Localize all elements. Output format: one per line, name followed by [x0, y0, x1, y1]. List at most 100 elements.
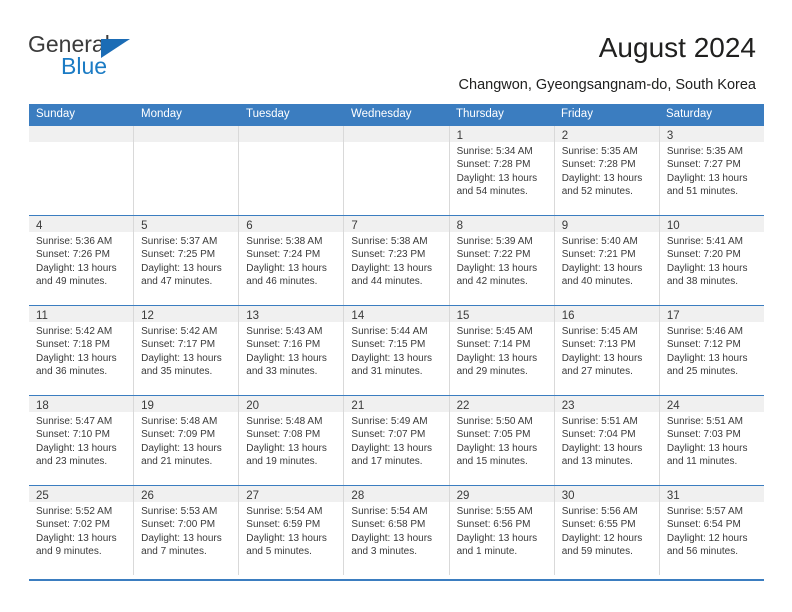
sunrise-text: Sunrise: 5:48 AM: [141, 416, 218, 427]
day-number: 5: [141, 220, 148, 232]
day-cell[interactable]: 21 Sunrise: 5:49 AM Sunset: 7:07 PM Dayl…: [344, 396, 450, 485]
day-cell[interactable]: 26 Sunrise: 5:53 AM Sunset: 7:00 PM Dayl…: [134, 486, 240, 575]
calendar-page: General Blue August 2024 Changwon, Gyeon…: [0, 0, 792, 612]
daylight-text-line2: and 13 minutes.: [561, 456, 633, 468]
daylight-text-line1: Daylight: 13 hours: [36, 352, 117, 364]
day-number: 13: [246, 310, 260, 322]
day-cell[interactable]: 15 Sunrise: 5:45 AM Sunset: 7:14 PM Dayl…: [449, 306, 555, 395]
daylight-text-line1: Daylight: 13 hours: [36, 262, 117, 274]
daylight-text-line2: and 27 minutes.: [561, 366, 633, 378]
day-details: Sunrise: 5:46 AM Sunset: 7:12 PM Dayligh…: [660, 322, 764, 379]
sunset-text: Sunset: 6:58 PM: [351, 519, 426, 531]
day-number: 1: [456, 130, 463, 142]
day-number-strip: 3: [659, 126, 764, 142]
daylight-text-line1: Daylight: 13 hours: [561, 262, 643, 274]
day-number: 6: [246, 220, 253, 232]
daylight-text-line2: and 42 minutes.: [456, 276, 528, 288]
day-cell[interactable]: 14 Sunrise: 5:44 AM Sunset: 7:15 PM Dayl…: [344, 306, 450, 395]
daylight-text-line1: Daylight: 13 hours: [456, 352, 538, 364]
day-cell[interactable]: 24 Sunrise: 5:51 AM Sunset: 7:03 PM Dayl…: [659, 396, 764, 485]
day-cell[interactable]: 29 Sunrise: 5:55 AM Sunset: 6:56 PM Dayl…: [449, 486, 555, 575]
daylight-text-line1: Daylight: 13 hours: [666, 442, 748, 454]
day-cell[interactable]: 6 Sunrise: 5:38 AM Sunset: 7:24 PM Dayli…: [239, 216, 345, 305]
page-title: August 2024: [598, 32, 756, 63]
sunset-text: Sunset: 7:04 PM: [561, 429, 636, 441]
day-cell[interactable]: 11 Sunrise: 5:42 AM Sunset: 7:18 PM Dayl…: [29, 306, 135, 395]
day-number-strip: 7: [344, 216, 449, 232]
daylight-text-line2: and 52 minutes.: [561, 186, 633, 198]
daylight-text-line2: and 17 minutes.: [351, 456, 423, 468]
day-cell[interactable]: 7 Sunrise: 5:38 AM Sunset: 7:23 PM Dayli…: [344, 216, 450, 305]
day-cell[interactable]: 2 Sunrise: 5:35 AM Sunset: 7:28 PM Dayli…: [554, 126, 660, 215]
day-number-strip: [239, 126, 344, 142]
day-cell[interactable]: 1 Sunrise: 5:34 AM Sunset: 7:28 PM Dayli…: [449, 126, 555, 215]
day-cell[interactable]: [134, 126, 240, 215]
sunset-text: Sunset: 7:18 PM: [36, 339, 110, 351]
sunrise-text: Sunrise: 5:51 AM: [666, 416, 743, 427]
sunrise-text: Sunrise: 5:44 AM: [351, 326, 428, 337]
day-cell[interactable]: 3 Sunrise: 5:35 AM Sunset: 7:27 PM Dayli…: [659, 126, 764, 215]
day-cell[interactable]: [29, 126, 135, 215]
day-cell[interactable]: 12 Sunrise: 5:42 AM Sunset: 7:17 PM Dayl…: [134, 306, 240, 395]
day-number-strip: 5: [134, 216, 239, 232]
daylight-text-line1: Daylight: 13 hours: [141, 352, 222, 364]
day-number-strip: [344, 126, 449, 142]
day-cell[interactable]: 20 Sunrise: 5:48 AM Sunset: 7:08 PM Dayl…: [239, 396, 345, 485]
day-cell[interactable]: 5 Sunrise: 5:37 AM Sunset: 7:25 PM Dayli…: [134, 216, 240, 305]
day-cell[interactable]: 9 Sunrise: 5:40 AM Sunset: 7:21 PM Dayli…: [554, 216, 660, 305]
day-cell[interactable]: 18 Sunrise: 5:47 AM Sunset: 7:10 PM Dayl…: [29, 396, 135, 485]
day-number-strip: 11: [29, 306, 134, 322]
sunrise-text: Sunrise: 5:52 AM: [36, 506, 113, 517]
day-number-strip: 25: [29, 486, 134, 502]
day-details: Sunrise: 5:57 AM Sunset: 6:54 PM Dayligh…: [660, 502, 764, 559]
daylight-text-line1: Daylight: 13 hours: [666, 352, 748, 364]
sunset-text: Sunset: 6:59 PM: [246, 519, 321, 531]
day-number-strip: 17: [659, 306, 764, 322]
sunset-text: Sunset: 7:02 PM: [36, 519, 110, 531]
page-subtitle: Changwon, Gyeongsangnam-do, South Korea: [458, 77, 756, 93]
sunset-text: Sunset: 7:22 PM: [456, 249, 531, 261]
day-cell[interactable]: 10 Sunrise: 5:41 AM Sunset: 7:20 PM Dayl…: [659, 216, 764, 305]
day-cell[interactable]: [344, 126, 450, 215]
sunrise-text: Sunrise: 5:35 AM: [561, 146, 638, 157]
day-details: Sunrise: 5:37 AM Sunset: 7:25 PM Dayligh…: [134, 232, 238, 289]
day-cell[interactable]: 23 Sunrise: 5:51 AM Sunset: 7:04 PM Dayl…: [554, 396, 660, 485]
page-header: General Blue August 2024 Changwon, Gyeon…: [0, 0, 792, 100]
day-number: 28: [351, 490, 365, 502]
day-cell[interactable]: 30 Sunrise: 5:56 AM Sunset: 6:55 PM Dayl…: [554, 486, 660, 575]
daylight-text-line1: Daylight: 12 hours: [666, 532, 748, 544]
day-cell[interactable]: 4 Sunrise: 5:36 AM Sunset: 7:26 PM Dayli…: [29, 216, 135, 305]
day-cell[interactable]: 16 Sunrise: 5:45 AM Sunset: 7:13 PM Dayl…: [554, 306, 660, 395]
sunset-text: Sunset: 7:10 PM: [36, 429, 110, 441]
sunrise-text: Sunrise: 5:56 AM: [561, 506, 638, 517]
daylight-text-line2: and 59 minutes.: [561, 546, 633, 558]
day-number-strip: 20: [239, 396, 344, 412]
sunset-text: Sunset: 7:12 PM: [666, 339, 741, 351]
day-cell[interactable]: 17 Sunrise: 5:46 AM Sunset: 7:12 PM Dayl…: [659, 306, 764, 395]
week-row: 18 Sunrise: 5:47 AM Sunset: 7:10 PM Dayl…: [29, 395, 764, 485]
sunset-text: Sunset: 7:03 PM: [666, 429, 741, 441]
day-number: 19: [141, 400, 154, 412]
day-cell[interactable]: 22 Sunrise: 5:50 AM Sunset: 7:05 PM Dayl…: [449, 396, 555, 485]
sunset-text: Sunset: 7:08 PM: [246, 429, 321, 441]
daylight-text-line2: and 21 minutes.: [141, 456, 213, 468]
day-number-strip: 8: [449, 216, 554, 232]
day-cell[interactable]: 27 Sunrise: 5:54 AM Sunset: 6:59 PM Dayl…: [239, 486, 345, 575]
day-number: 10: [666, 220, 680, 232]
weekday-tuesday: Tuesday: [246, 108, 290, 120]
day-cell[interactable]: 13 Sunrise: 5:43 AM Sunset: 7:16 PM Dayl…: [239, 306, 345, 395]
day-cell[interactable]: 25 Sunrise: 5:52 AM Sunset: 7:02 PM Dayl…: [29, 486, 135, 575]
daylight-text-line2: and 44 minutes.: [351, 276, 423, 288]
day-cell[interactable]: 8 Sunrise: 5:39 AM Sunset: 7:22 PM Dayli…: [449, 216, 555, 305]
day-number: 12: [141, 310, 154, 322]
day-cell[interactable]: 28 Sunrise: 5:54 AM Sunset: 6:58 PM Dayl…: [344, 486, 450, 575]
sunrise-text: Sunrise: 5:39 AM: [456, 236, 533, 247]
day-cell[interactable]: 19 Sunrise: 5:48 AM Sunset: 7:09 PM Dayl…: [134, 396, 240, 485]
day-cell[interactable]: 31 Sunrise: 5:57 AM Sunset: 6:54 PM Dayl…: [659, 486, 764, 575]
day-details: Sunrise: 5:48 AM Sunset: 7:08 PM Dayligh…: [239, 412, 343, 469]
daylight-text-line1: Daylight: 13 hours: [141, 532, 222, 544]
sunrise-text: Sunrise: 5:53 AM: [141, 506, 218, 517]
day-number: 8: [456, 220, 463, 232]
day-cell[interactable]: [239, 126, 345, 215]
day-details: Sunrise: 5:43 AM Sunset: 7:16 PM Dayligh…: [239, 322, 343, 379]
